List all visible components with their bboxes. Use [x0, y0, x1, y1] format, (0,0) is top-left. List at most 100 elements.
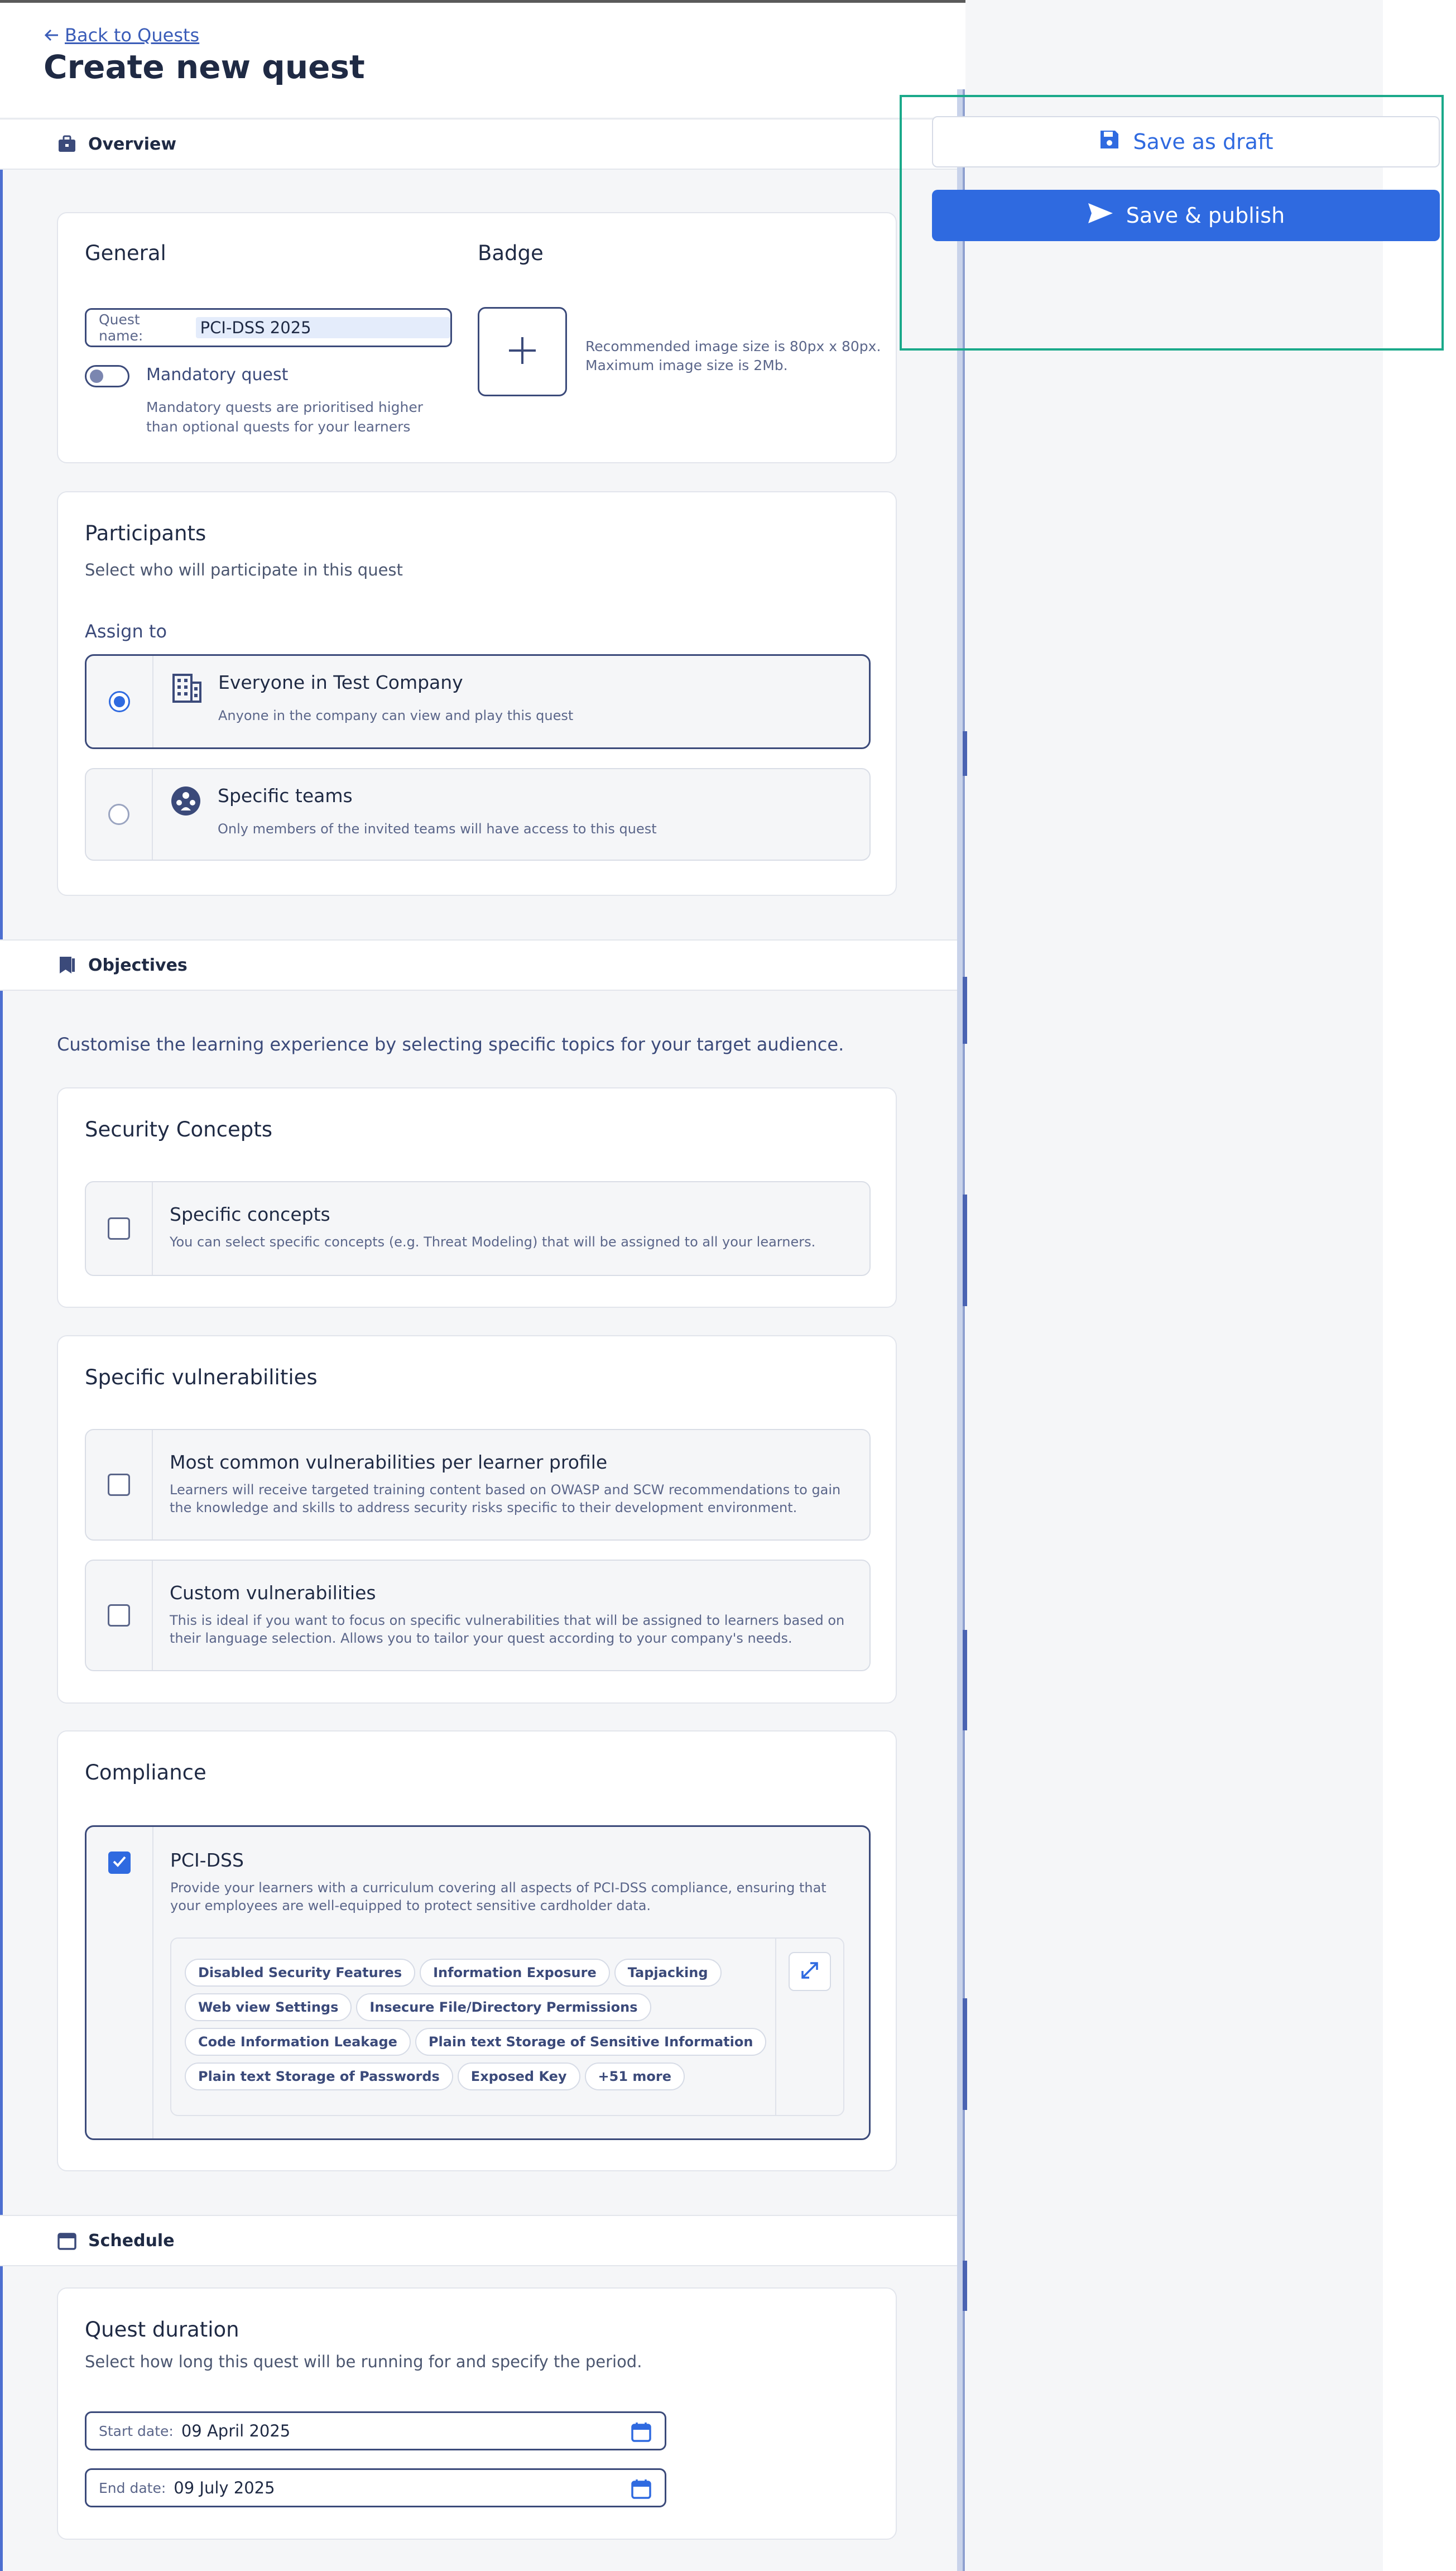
back-link-label[interactable]: Back to Quests: [65, 25, 199, 46]
option-body: Everyone in Test Company Anyone in the c…: [153, 656, 869, 747]
option-desc: This is ideal if you want to focus on sp…: [170, 1613, 845, 1647]
calendar-icon: [57, 2231, 77, 2251]
option-desc: Provide your learners with a curriculum …: [170, 1880, 826, 1914]
radio-everyone[interactable]: [109, 691, 130, 712]
objectives-intro: Customise the learning experience by sel…: [57, 1034, 844, 1055]
topic-chip-list: Disabled Security Features Information Ex…: [185, 1958, 787, 2097]
checkbox-specific-concepts[interactable]: [108, 1217, 130, 1240]
start-date-value[interactable]: 09 April 2025: [181, 2421, 290, 2440]
badge-help-max: Maximum image size is 2Mb.: [585, 357, 788, 373]
section-indicator-line: [0, 989, 3, 2216]
scroll-marker: [963, 977, 967, 1044]
option-body: PCI-DSS Provide your learners with a cur…: [153, 1827, 869, 2138]
section-header-overview: Overview: [0, 118, 957, 170]
topic-chip[interactable]: Plain text Storage of Sensitive Informat…: [415, 2027, 767, 2056]
option-radio-cell: [86, 769, 153, 860]
section-title: Objectives: [88, 955, 188, 975]
general-title: General: [85, 241, 166, 265]
building-icon: [170, 671, 203, 706]
section-title: Overview: [88, 134, 177, 154]
scroll-marker: [963, 1630, 967, 1730]
topics-panel: Disabled Security Features Information Ex…: [170, 1937, 844, 2116]
section-title: Schedule: [88, 2231, 175, 2251]
checkmark-icon: [112, 1854, 127, 1872]
custom-vulnerabilities-option[interactable]: Custom vulnerabilities This is ideal if …: [85, 1560, 871, 1671]
badge-help-size: Recommended image size is 80px x 80px.: [585, 338, 881, 354]
mandatory-toggle[interactable]: [85, 365, 129, 387]
action-panel-highlight: [900, 95, 1444, 351]
mandatory-help: Mandatory quests are prioritised higher …: [146, 399, 424, 435]
security-concepts-card: Security Concepts Specific concepts You …: [57, 1087, 897, 1308]
scroll-marker: [963, 2261, 967, 2311]
badge-help: Recommended image size is 80px x 80px. M…: [585, 337, 881, 375]
quest-name-input[interactable]: PCI-DSS 2025: [195, 317, 450, 338]
quest-name-field[interactable]: Quest name: PCI-DSS 2025: [85, 308, 452, 347]
radio-teams[interactable]: [108, 804, 129, 825]
topic-chip[interactable]: Tapjacking: [614, 1958, 722, 1987]
section-header-objectives: Objectives: [0, 939, 957, 991]
participants-title: Participants: [85, 521, 206, 545]
badge-upload-button[interactable]: [478, 307, 567, 396]
start-date-label: Start date:: [99, 2423, 174, 2439]
topic-chip[interactable]: Insecure File/Directory Permissions: [356, 1993, 651, 2021]
option-check-cell: [86, 1182, 153, 1275]
arrow-left-icon: [44, 25, 59, 46]
toggle-knob: [90, 370, 103, 383]
calendar-icon[interactable]: [630, 2478, 652, 2502]
option-check-cell: [86, 1561, 153, 1670]
checkbox-pci-dss[interactable]: [108, 1851, 131, 1874]
end-date-field[interactable]: End date: 09 July 2025: [85, 2468, 666, 2507]
option-desc: Anyone in the company can view and play …: [218, 708, 574, 723]
topic-chip[interactable]: Web view Settings: [185, 1993, 352, 2021]
team-icon: [170, 785, 202, 819]
section-indicator-line: [0, 167, 3, 941]
end-date-label: End date:: [99, 2479, 166, 2496]
checkbox-custom-vulnerabilities[interactable]: [108, 1604, 130, 1627]
expand-icon: [800, 1961, 819, 1982]
quest-name-label: Quest name:: [99, 311, 143, 344]
participant-option-everyone[interactable]: Everyone in Test Company Anyone in the c…: [85, 654, 871, 749]
topic-chip[interactable]: Information Exposure: [420, 1958, 610, 1987]
back-to-quests-link[interactable]: Back to Quests: [44, 25, 199, 46]
option-body: Most common vulnerabilities per learner …: [153, 1430, 869, 1539]
pci-dss-option[interactable]: PCI-DSS Provide your learners with a cur…: [85, 1825, 871, 2140]
chip-row: Disabled Security Features Information Ex…: [185, 1958, 787, 1993]
vulnerabilities-card: Specific vulnerabilities Most common vul…: [57, 1335, 897, 1704]
checkbox-common-vulnerabilities[interactable]: [108, 1474, 130, 1496]
chip-row: Code Information Leakage Plain text Stora…: [185, 2027, 787, 2062]
option-desc: Only members of the invited teams will h…: [218, 821, 657, 837]
topic-chip[interactable]: +51 more: [584, 2062, 685, 2090]
page-gutter: [1383, 0, 1456, 2571]
start-date-field[interactable]: Start date: 09 April 2025: [85, 2411, 666, 2450]
participants-card: Participants Select who will participate…: [57, 491, 897, 896]
option-title: Custom vulnerabilities: [170, 1582, 376, 1604]
common-vulnerabilities-option[interactable]: Most common vulnerabilities per learner …: [85, 1429, 871, 1541]
option-text: Everyone in Test Company Anyone in the c…: [218, 671, 573, 725]
topic-chip[interactable]: Exposed Key: [457, 2062, 580, 2090]
section-header-schedule: Schedule: [0, 2215, 957, 2266]
chip-row: Web view Settings Insecure File/Directory…: [185, 1993, 787, 2028]
option-desc: You can select specific concepts (e.g. T…: [170, 1234, 816, 1250]
panel-divider-line: [963, 89, 965, 2571]
option-title: Everyone in Test Company: [218, 671, 463, 693]
calendar-icon[interactable]: [630, 2421, 652, 2445]
section-indicator-line: [0, 2265, 3, 2571]
topic-chip[interactable]: Code Information Leakage: [185, 2027, 411, 2056]
quest-duration-card: Quest duration Select how long this ques…: [57, 2287, 897, 2540]
quest-duration-title: Quest duration: [85, 2318, 239, 2342]
option-check-cell: [87, 1827, 153, 2138]
expand-button[interactable]: [789, 1951, 831, 1991]
topic-chip[interactable]: Plain text Storage of Passwords: [185, 2062, 453, 2090]
option-title: Specific concepts: [170, 1203, 330, 1225]
badge-title: Badge: [478, 241, 544, 265]
option-title: PCI-DSS: [170, 1849, 244, 1871]
specific-concepts-option[interactable]: Specific concepts You can select specifi…: [85, 1181, 871, 1276]
side-panel: [965, 0, 1383, 2571]
plus-icon: [507, 335, 538, 368]
quest-duration-subtitle: Select how long this quest will be runni…: [85, 2352, 642, 2371]
participant-option-teams[interactable]: Specific teams Only members of the invit…: [85, 768, 871, 861]
topic-chip[interactable]: Disabled Security Features: [185, 1958, 416, 1987]
participants-subtitle: Select who will participate in this ques…: [85, 560, 403, 579]
end-date-value[interactable]: 09 July 2025: [174, 2478, 275, 2497]
mandatory-label: Mandatory quest: [146, 365, 289, 385]
